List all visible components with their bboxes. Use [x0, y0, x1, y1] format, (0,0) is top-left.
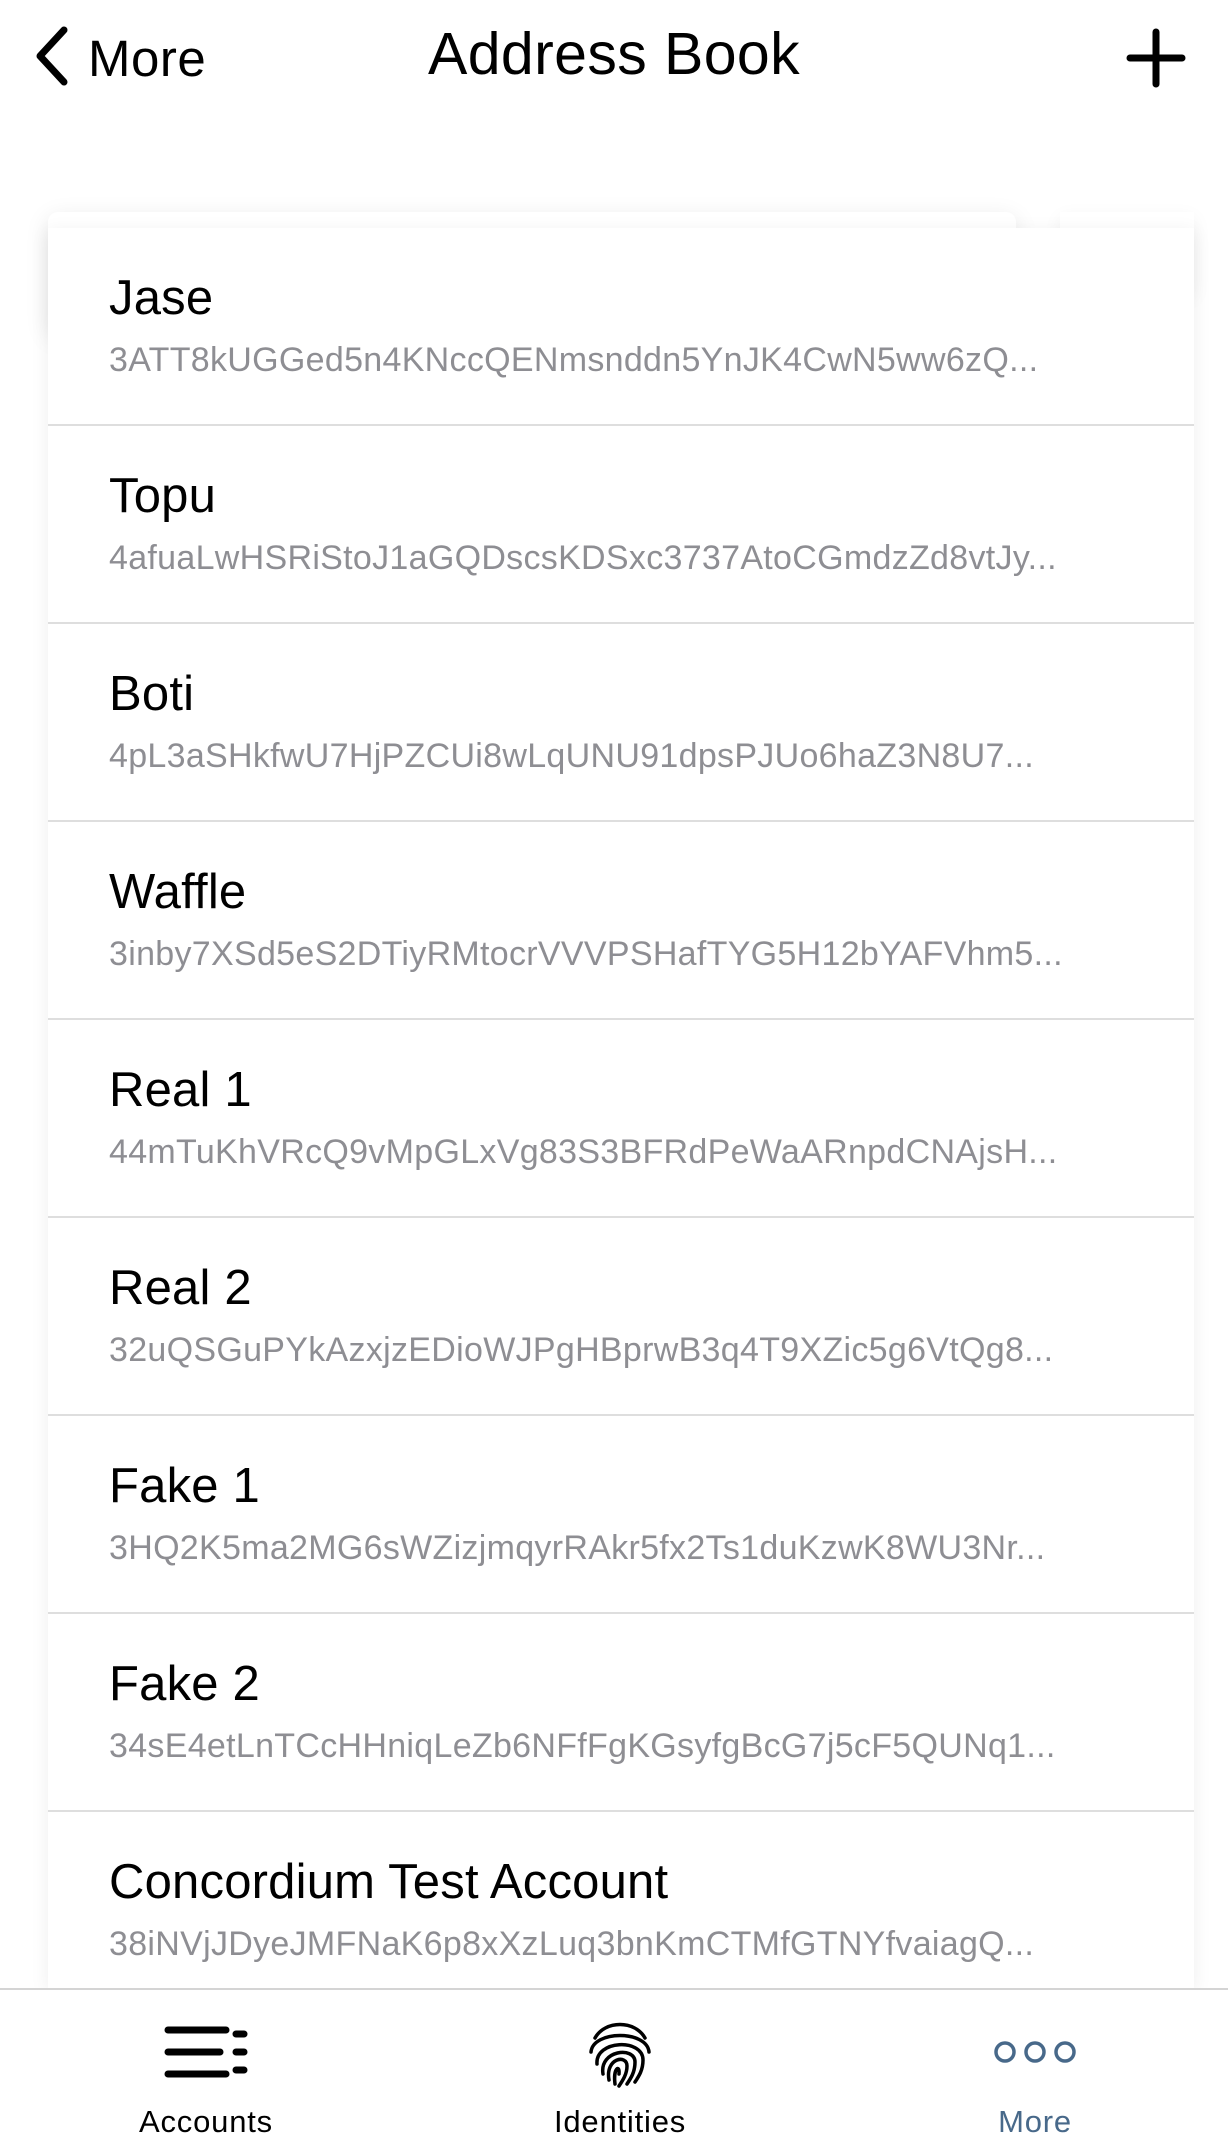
tab-accounts[interactable]: Accounts: [56, 1990, 356, 2138]
contact-row[interactable]: Concordium Test Account 38iNVjJDyeJMFNaK…: [48, 1812, 1194, 1988]
contact-name: Fake 1: [109, 1459, 260, 1513]
contact-name: Real 2: [109, 1261, 252, 1315]
more-dots-icon: [993, 2016, 1077, 2088]
contact-name: Waffle: [109, 865, 247, 919]
contact-row[interactable]: Jase 3ATT8kUGGed5n4KNccQENmsnddn5YnJK4Cw…: [48, 228, 1194, 426]
contact-address: 4pL3aSHkfwU7HjPZCUi8wLqUNU91dpsPJUo6haZ3…: [109, 737, 1034, 775]
tab-identities[interactable]: Identities: [470, 1990, 770, 2138]
tab-more[interactable]: More: [885, 1990, 1185, 2138]
tab-accounts-label: Accounts: [139, 2104, 273, 2138]
contact-row[interactable]: Boti 4pL3aSHkfwU7HjPZCUi8wLqUNU91dpsPJUo…: [48, 624, 1194, 822]
contact-name: Fake 2: [109, 1657, 260, 1711]
contact-address: 4afuaLwHSRiStoJ1aGQDscsKDSxc3737AtoCGmdz…: [109, 539, 1057, 577]
contact-address: 3HQ2K5ma2MG6sWZizjmqyrRAkr5fx2Ts1duKzwK8…: [109, 1529, 1046, 1567]
contact-list: Jase 3ATT8kUGGed5n4KNccQENmsnddn5YnJK4Cw…: [48, 228, 1194, 1988]
contact-row[interactable]: Topu 4afuaLwHSRiStoJ1aGQDscsKDSxc3737Ato…: [48, 426, 1194, 624]
navigation-bar: More Address Book: [0, 0, 1228, 120]
contact-name: Topu: [109, 469, 217, 523]
contact-row[interactable]: Waffle 3inby7XSd5eS2DTiyRMtocrVVVPSHafTY…: [48, 822, 1194, 1020]
contact-name: Concordium Test Account: [109, 1855, 669, 1909]
contact-address: 3ATT8kUGGed5n4KNccQENmsnddn5YnJK4CwN5ww6…: [109, 341, 1039, 379]
contact-address: 38iNVjJDyeJMFNaK6p8xXzLuq3bnKmCTMfGTNYfv…: [109, 1925, 1035, 1963]
tab-identities-label: Identities: [553, 2104, 687, 2138]
page-title: Address Book: [427, 21, 801, 87]
contact-address: 34sE4etLnTCcHHniqLeZb6NFfFgKGsyfgBcG7j5c…: [109, 1727, 1056, 1765]
contact-name: Jase: [109, 271, 214, 325]
contact-address: 3inby7XSd5eS2DTiyRMtocrVVVPSHafTYG5H12bY…: [109, 935, 1063, 973]
add-contact-button[interactable]: [1124, 26, 1188, 90]
address-book-screen: More Address Book Jase 3ATT8kUGGed5n4KNc…: [0, 0, 1228, 2138]
contact-row[interactable]: Real 1 44mTuKhVRcQ9vMpGLxVg83S3BFRdPeWaA…: [48, 1020, 1194, 1218]
contact-row[interactable]: Fake 1 3HQ2K5ma2MG6sWZizjmqyrRAkr5fx2Ts1…: [48, 1416, 1194, 1614]
tab-bar: Accounts Identities More: [0, 1988, 1228, 2138]
tab-more-label: More: [998, 2104, 1072, 2138]
plus-icon: [1124, 28, 1188, 94]
contact-address: 32uQSGuPYkAzxjzEDioWJPgHBprwB3q4T9XZic5g…: [109, 1331, 1054, 1369]
contact-row[interactable]: Real 2 32uQSGuPYkAzxjzEDioWJPgHBprwB3q4T…: [48, 1218, 1194, 1416]
fingerprint-icon: [587, 2016, 653, 2088]
contact-row[interactable]: Fake 2 34sE4etLnTCcHHniqLeZb6NFfFgKGsyfg…: [48, 1614, 1194, 1812]
contact-name: Boti: [109, 667, 195, 721]
contact-name: Real 1: [109, 1063, 252, 1117]
accounts-list-icon: [164, 2016, 248, 2088]
contact-address: 44mTuKhVRcQ9vMpGLxVg83S3BFRdPeWaARnpdCNA…: [109, 1133, 1058, 1171]
